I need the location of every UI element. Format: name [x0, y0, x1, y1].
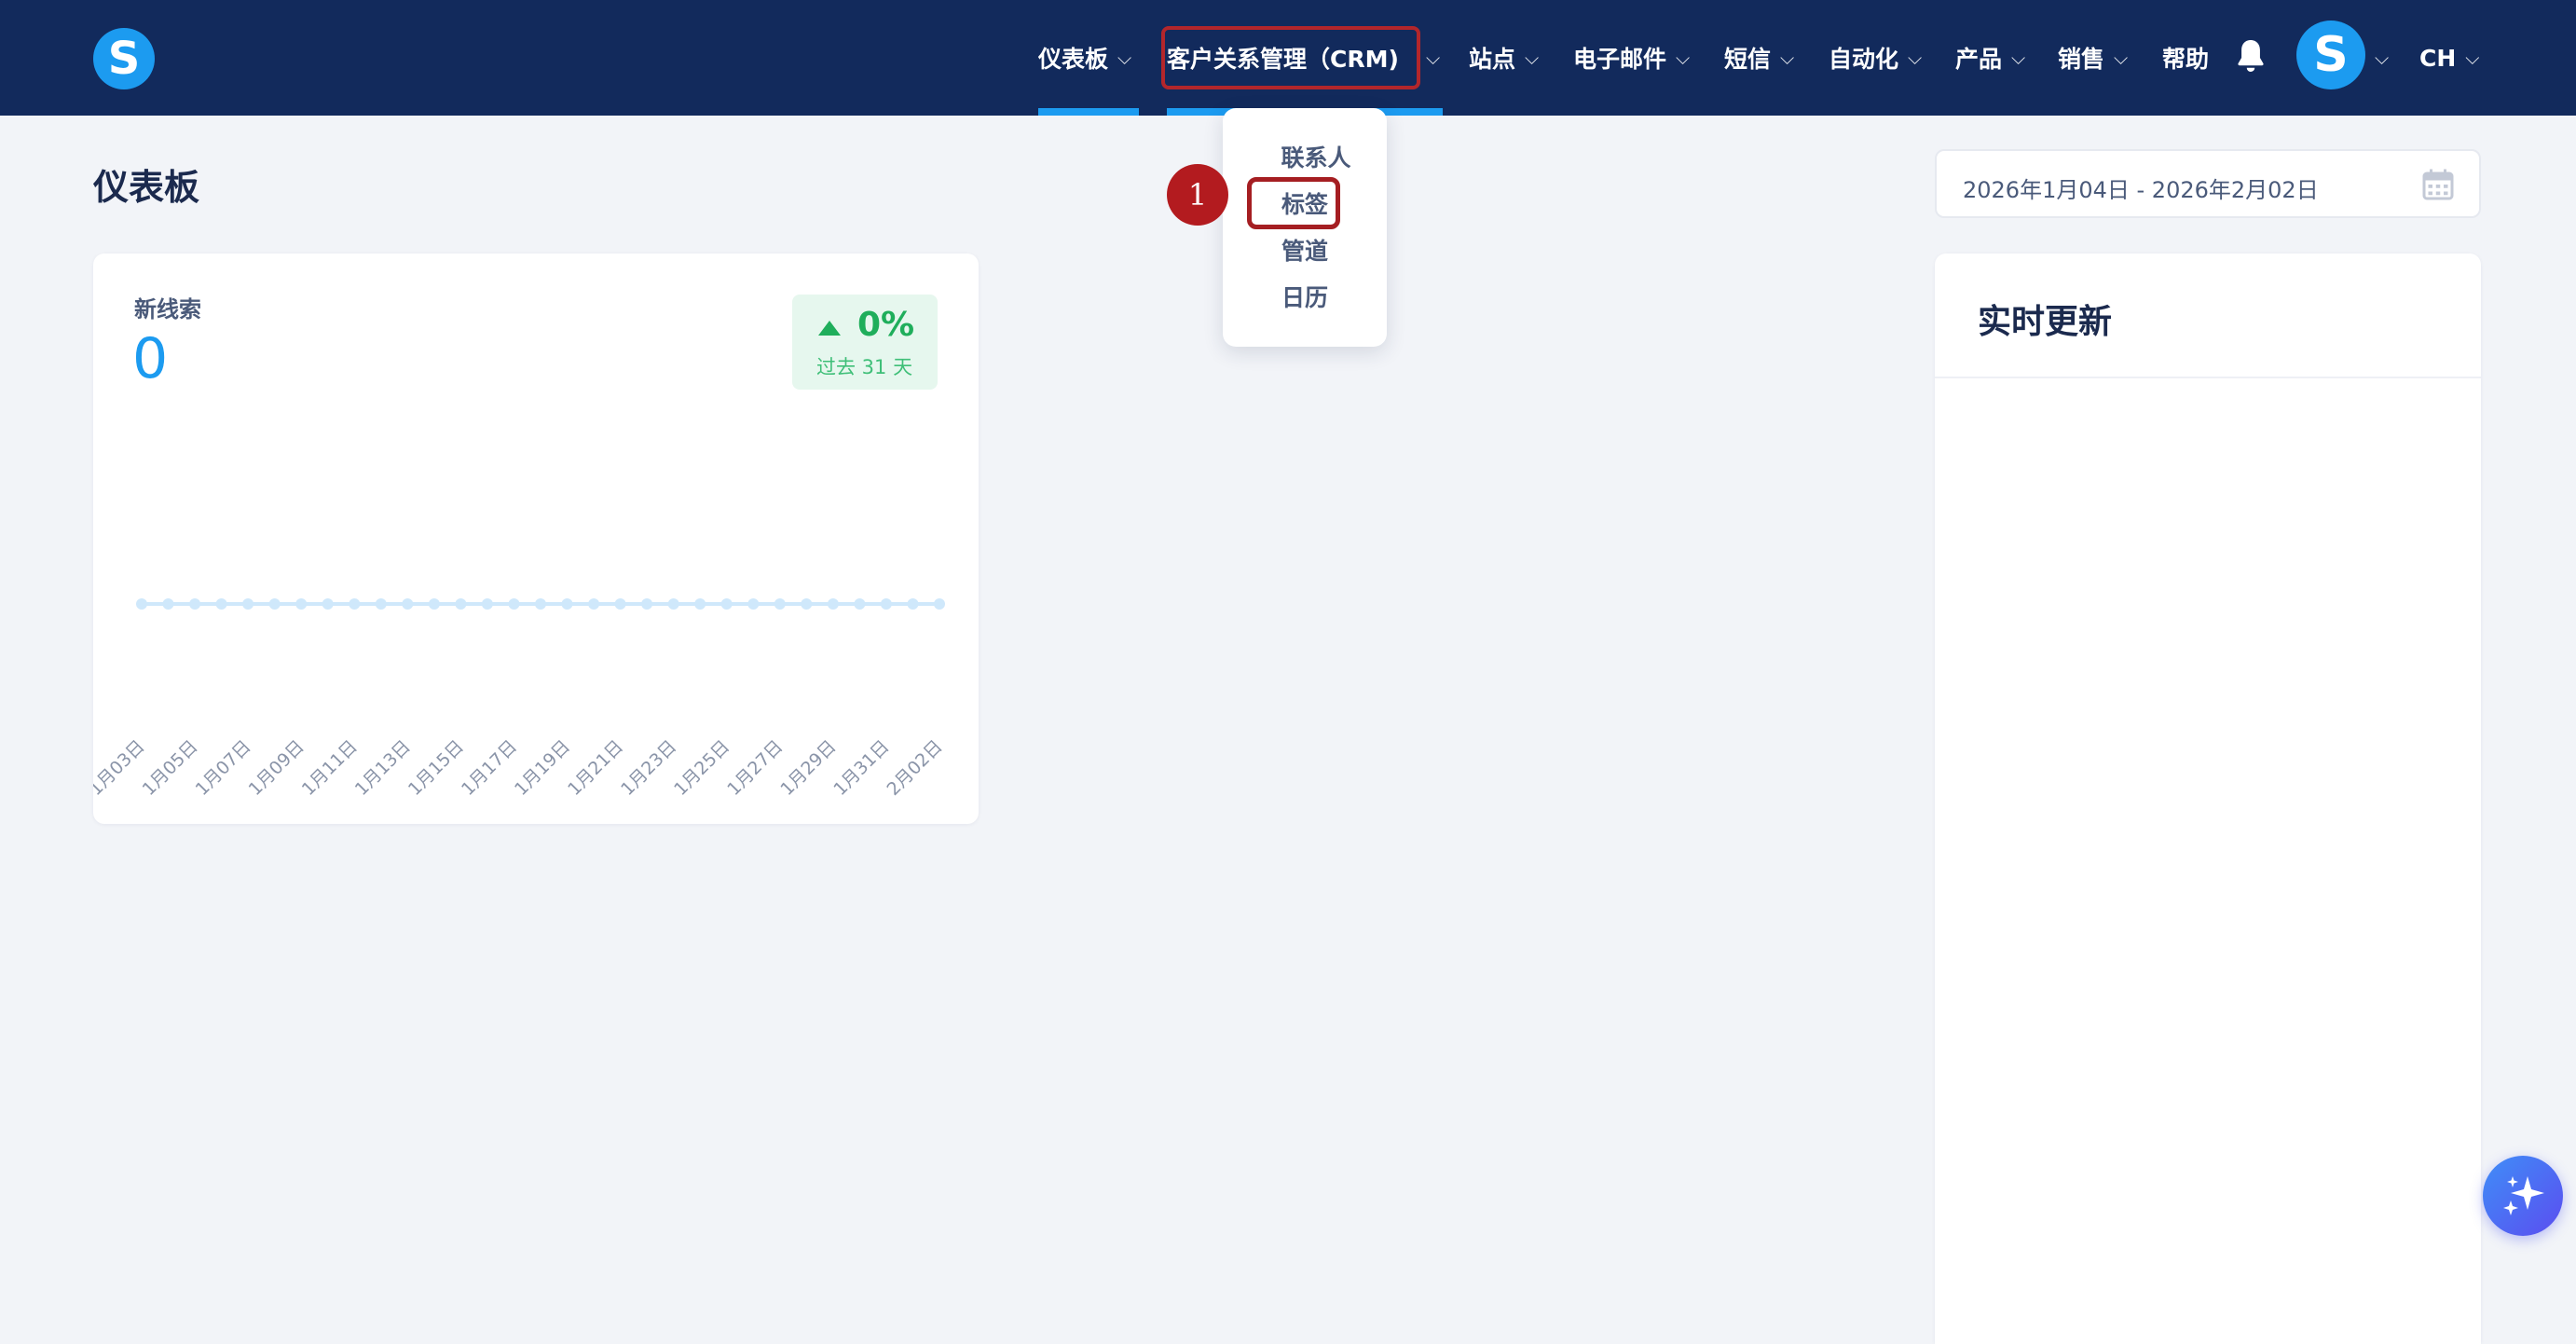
- chart-data-point[interactable]: [189, 598, 201, 610]
- chevron-down-icon: ⌵: [1525, 47, 1540, 69]
- chart-data-point[interactable]: [428, 598, 440, 610]
- chart-x-tick-label: 1月07日: [192, 736, 255, 800]
- chart-data-point[interactable]: [162, 598, 174, 610]
- nav-dashboard[interactable]: 仪表板 ⌵: [1038, 0, 1131, 116]
- user-avatar[interactable]: S: [2296, 21, 2365, 89]
- chart-x-tick-label: 1月19日: [511, 736, 574, 800]
- chart-data-point[interactable]: [641, 598, 653, 610]
- nav-sales-label: 销售: [2058, 46, 2105, 73]
- chart-data-point[interactable]: [614, 598, 626, 610]
- chart-data-point[interactable]: [349, 598, 361, 610]
- chart-data-point[interactable]: [481, 598, 493, 610]
- chart-data-point[interactable]: [934, 598, 945, 610]
- new-leads-card: 新线索 0 0% 过去 31 天 1月03日 1月05日 1月07日 1月09日 1月1…: [93, 254, 979, 824]
- chevron-down-icon: ⌵: [1908, 47, 1923, 69]
- chart-data-point[interactable]: [854, 598, 866, 610]
- chart-x-tick-label: 1月15日: [404, 736, 468, 800]
- chart-x-tick-label: 1月09日: [245, 736, 308, 800]
- chart-x-tick-label: 1月13日: [351, 736, 415, 800]
- nav-email[interactable]: 电子邮件 ⌵: [1573, 0, 1690, 116]
- chevron-down-icon: ⌵: [2375, 47, 2390, 69]
- chevron-down-icon: ⌵: [1676, 47, 1691, 69]
- chart-data-point[interactable]: [402, 598, 414, 610]
- crm-menu-item-pipelines[interactable]: 管道: [1223, 233, 1387, 267]
- chart-data-point[interactable]: [215, 598, 227, 610]
- crm-menu-item-contacts[interactable]: 联系人: [1234, 140, 1398, 173]
- chart-data-point[interactable]: [535, 598, 546, 610]
- chart-x-tick-label: 1月25日: [670, 736, 733, 800]
- brand-logo[interactable]: S: [93, 28, 155, 89]
- crm-annotation-highlight: [1161, 26, 1420, 89]
- sparkle-icon: [2503, 1176, 2544, 1215]
- new-leads-line-chart: 1月03日1月05日1月07日1月09日1月11日1月13日1月15日1月17日…: [93, 598, 947, 800]
- nav-email-label: 电子邮件: [1573, 46, 1667, 73]
- ai-assistant-button[interactable]: [2483, 1156, 2563, 1236]
- chart-data-point[interactable]: [455, 598, 467, 610]
- nav-help[interactable]: 帮助: [2162, 0, 2209, 116]
- chart-x-tick-label: 2月02日: [883, 736, 946, 800]
- chart-data-point[interactable]: [322, 598, 334, 610]
- chart-x-tick-label: 1月21日: [564, 736, 627, 800]
- chart-x-tick-label: 1月17日: [458, 736, 521, 800]
- nav-sms[interactable]: 短信 ⌵: [1724, 0, 1794, 116]
- top-navigation-bar: S 仪表板 ⌵ 客户关系管理（CRM) ⌵ 站点 ⌵ 电子邮件 ⌵ 短信 ⌵ 自…: [0, 0, 2576, 116]
- nav-sites[interactable]: 站点 ⌵: [1469, 0, 1539, 116]
- chevron-down-icon: ⌵: [2011, 47, 2026, 69]
- language-label: CH: [2419, 44, 2457, 72]
- chart-data-point[interactable]: [880, 598, 892, 610]
- nav-automation-label: 自动化: [1829, 46, 1899, 73]
- language-selector[interactable]: CH ⌵: [2419, 0, 2479, 116]
- nav-products[interactable]: 产品 ⌵: [1955, 0, 2025, 116]
- tags-annotation-highlight: [1247, 177, 1340, 229]
- chart-x-tick-label: 1月11日: [298, 736, 362, 800]
- chart-data-point[interactable]: [508, 598, 520, 610]
- date-range-picker[interactable]: 2026年1月04日 - 2026年2月02日: [1935, 149, 2481, 218]
- chart-data-point[interactable]: [907, 598, 919, 610]
- date-range-value: 2026年1月04日 - 2026年2月02日: [1963, 177, 2319, 203]
- crm-menu-item-calendar[interactable]: 日历: [1223, 280, 1387, 313]
- chart-data-point[interactable]: [667, 598, 679, 610]
- nav-dashboard-active-indicator: [1038, 108, 1139, 116]
- step-number-badge: 1: [1167, 164, 1228, 226]
- chart-data-point[interactable]: [694, 598, 706, 610]
- chevron-down-icon: ⌵: [1780, 47, 1795, 69]
- chart-data-point[interactable]: [801, 598, 813, 610]
- chart-data-point[interactable]: [827, 598, 839, 610]
- chart-data-point[interactable]: [242, 598, 254, 610]
- chart-data-point[interactable]: [375, 598, 387, 610]
- chart-data-point[interactable]: [720, 598, 733, 610]
- chevron-down-icon: ⌵: [2465, 47, 2480, 69]
- realtime-updates-panel: 实时更新: [1935, 254, 2481, 1344]
- chart-x-tick-label: 1月23日: [617, 736, 680, 800]
- chart-data-point[interactable]: [774, 598, 786, 610]
- nav-automation[interactable]: 自动化 ⌵: [1829, 0, 1922, 116]
- chevron-down-icon: ⌵: [1117, 47, 1132, 69]
- chevron-down-icon: ⌵: [2114, 47, 2129, 69]
- calendar-icon: [2422, 169, 2454, 200]
- chart-data-point[interactable]: [268, 598, 281, 610]
- chart-data-point[interactable]: [747, 598, 760, 610]
- realtime-updates-title: 实时更新: [1978, 303, 2113, 341]
- chart-data-point[interactable]: [561, 598, 573, 610]
- nav-sites-label: 站点: [1469, 46, 1516, 73]
- nav-crm-chevron[interactable]: ⌵: [1426, 0, 1440, 116]
- chart-x-tick-label: 1月05日: [139, 736, 202, 800]
- chart-x-tick-label: 1月29日: [776, 736, 840, 800]
- nav-dashboard-label: 仪表板: [1038, 46, 1109, 73]
- chevron-down-icon: ⌵: [1426, 47, 1441, 69]
- chart-data-point[interactable]: [588, 598, 600, 610]
- page-title: 仪表板: [93, 167, 200, 208]
- chart-data-point[interactable]: [295, 598, 308, 610]
- nav-sales[interactable]: 销售 ⌵: [2058, 0, 2128, 116]
- nav-products-label: 产品: [1955, 46, 2003, 73]
- chart-data-point[interactable]: [136, 598, 147, 610]
- panel-divider: [1935, 377, 2481, 378]
- chart-x-tick-label: 1月03日: [93, 736, 149, 800]
- user-menu-chevron[interactable]: ⌵: [2375, 0, 2389, 116]
- chart-x-tick-label: 1月27日: [723, 736, 787, 800]
- chart-x-tick-label: 1月31日: [829, 736, 893, 800]
- bell-icon[interactable]: [2235, 37, 2267, 75]
- nav-help-label: 帮助: [2162, 46, 2210, 73]
- nav-sms-label: 短信: [1724, 46, 1772, 73]
